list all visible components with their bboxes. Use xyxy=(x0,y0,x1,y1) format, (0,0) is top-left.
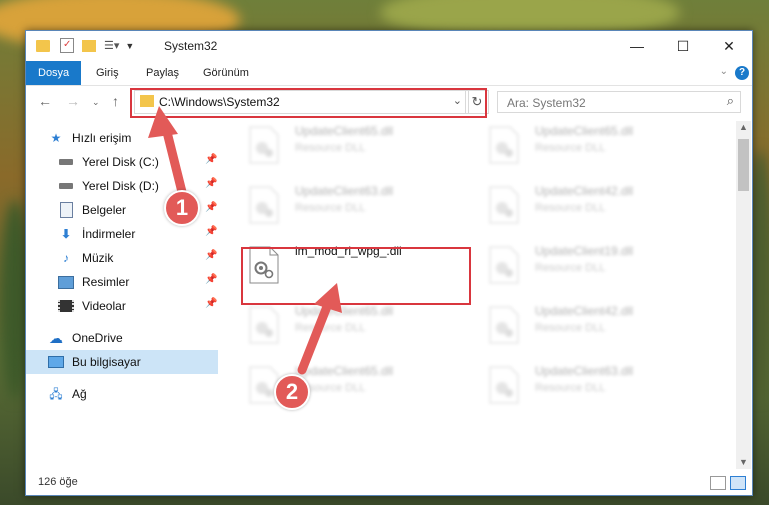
arrow-2 xyxy=(297,283,342,375)
step-badge-1: 1 xyxy=(164,190,200,226)
step-badge-2: 2 xyxy=(274,374,310,410)
annotation-arrows xyxy=(148,106,342,375)
arrow-1 xyxy=(148,106,188,201)
